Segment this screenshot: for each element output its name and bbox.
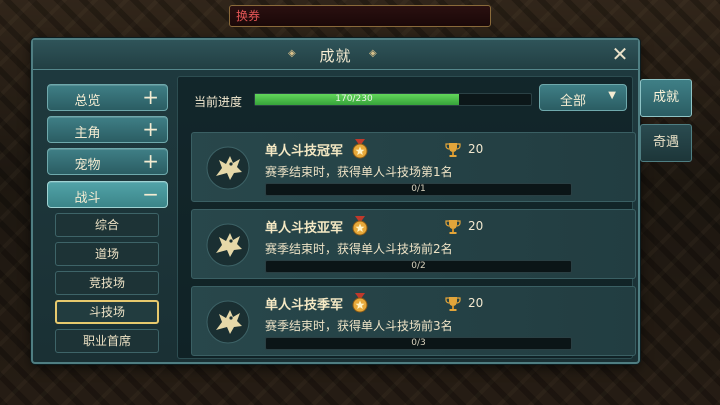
tab-adventure[interactable]: 奇遇 (640, 124, 692, 162)
close-icon: ✕ (611, 42, 629, 66)
panel-title: 成就 (319, 47, 352, 65)
achievement-panel: ◈ 成就 ◈ ✕ 总览 + 主角 + 宠物 + 战斗 − 综合 道场 竞技场 斗… (31, 38, 640, 364)
achievement-title: 单人斗技冠军 (265, 144, 344, 159)
reward-amount: 20 (468, 142, 484, 156)
medal-icon (352, 293, 368, 313)
filter-dropdown[interactable]: 全部 ▼ (539, 84, 627, 111)
reward-amount: 20 (468, 296, 484, 310)
expand-plus-icon: + (142, 85, 159, 109)
overall-progress-bar: 170/230 (254, 93, 532, 106)
medal-icon (352, 216, 368, 236)
expand-plus-icon: + (142, 117, 159, 141)
overall-progress-text: 170/230 (335, 94, 373, 104)
achievement-progress-bar: 0/3 (265, 337, 572, 350)
achievement-content: 当前进度 170/230 全部 ▼ 单人斗技冠军 20 赛季结束时，获得单人斗技… (177, 76, 636, 359)
achievement-description: 赛季结束时，获得单人斗技场前2名 (265, 242, 453, 256)
subcategory-fighting-arena[interactable]: 斗技场 (55, 300, 159, 324)
subcategory-dojo[interactable]: 道场 (55, 242, 159, 266)
dragon-emblem-icon (206, 300, 250, 344)
progress-label: 当前进度 (194, 95, 243, 109)
category-label: 总览 (74, 94, 101, 109)
category-battle-button[interactable]: 战斗 − (47, 181, 168, 208)
achievement-card[interactable]: 单人斗技冠军 20 赛季结束时，获得单人斗技场第1名 0/1 (191, 132, 636, 202)
title-ornament-right-icon: ◈ (369, 48, 377, 59)
dragon-emblem-icon (206, 146, 250, 190)
category-overview-button[interactable]: 总览 + (47, 84, 168, 111)
tab-achievement[interactable]: 成就 (640, 79, 692, 117)
achievement-card[interactable]: 单人斗技亚军 20 赛季结束时，获得单人斗技场前2名 0/2 (191, 209, 636, 279)
achievement-card[interactable]: 单人斗技季军 20 赛季结束时，获得单人斗技场前3名 0/3 (191, 286, 636, 356)
top-notice-text: 换券 (236, 9, 261, 23)
trophy-icon (445, 143, 461, 157)
achievement-progress-text: 0/1 (411, 184, 426, 194)
panel-header: ◈ 成就 ◈ ✕ (33, 40, 638, 70)
category-label: 战斗 (74, 191, 101, 206)
collapse-minus-icon: − (142, 182, 159, 206)
achievement-progress-text: 0/3 (411, 338, 426, 348)
subcategory-general[interactable]: 综合 (55, 213, 159, 237)
category-hero-button[interactable]: 主角 + (47, 116, 168, 143)
category-label: 宠物 (74, 158, 101, 173)
dragon-emblem-icon (206, 223, 250, 267)
chevron-down-icon: ▼ (608, 90, 616, 101)
achievement-progress-bar: 0/1 (265, 183, 572, 196)
achievement-title: 单人斗技亚军 (265, 221, 344, 236)
achievement-title: 单人斗技季军 (265, 298, 344, 313)
subcategory-class-chief[interactable]: 职业首席 (55, 329, 159, 353)
close-button[interactable]: ✕ (610, 44, 630, 64)
trophy-icon (445, 297, 461, 311)
achievement-progress-text: 0/2 (411, 261, 426, 271)
category-pet-button[interactable]: 宠物 + (47, 148, 168, 175)
subcategory-arena[interactable]: 竞技场 (55, 271, 159, 295)
achievement-description: 赛季结束时，获得单人斗技场前3名 (265, 319, 453, 333)
category-label: 主角 (74, 126, 101, 141)
achievement-progress-bar: 0/2 (265, 260, 572, 273)
trophy-icon (445, 220, 461, 234)
top-notice-bar[interactable]: 换券 (229, 5, 491, 27)
achievement-description: 赛季结束时，获得单人斗技场第1名 (265, 165, 453, 179)
medal-icon (352, 139, 368, 159)
expand-plus-icon: + (142, 149, 159, 173)
filter-value: 全部 (560, 94, 587, 109)
reward-amount: 20 (468, 219, 484, 233)
